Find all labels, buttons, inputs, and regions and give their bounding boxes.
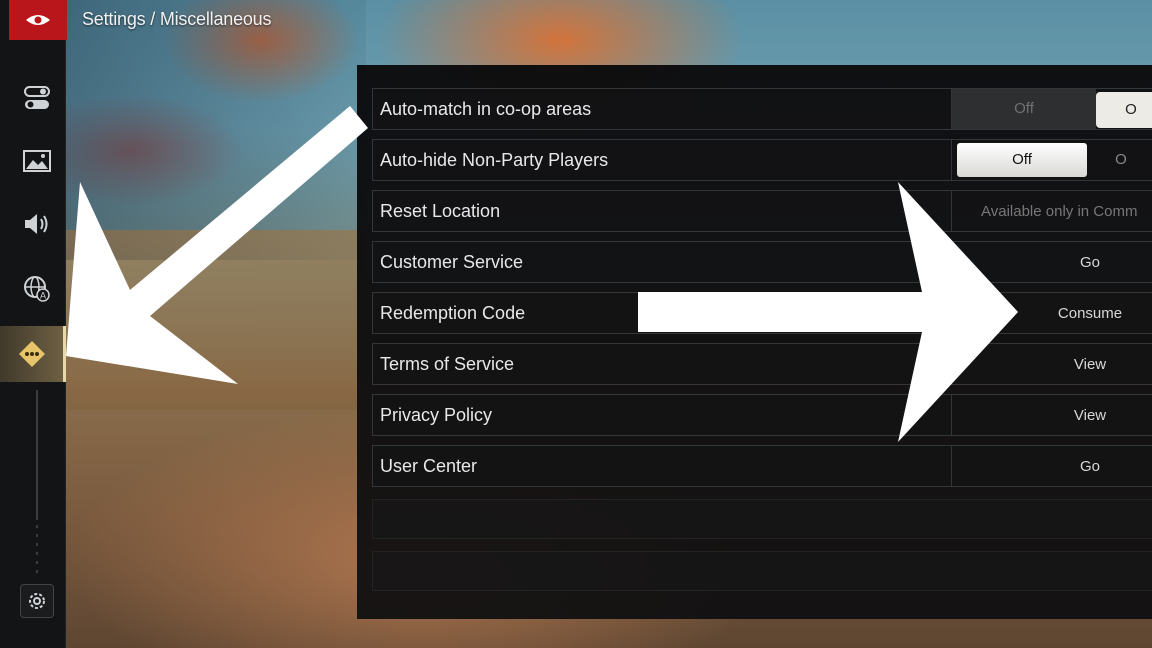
setting-label: Auto-match in co-op areas	[380, 99, 592, 119]
settings-panel: Auto-match in co-op areas Off O Auto-hid…	[357, 65, 1152, 619]
setting-label: Customer Service	[380, 252, 524, 272]
background-trees	[66, 0, 366, 260]
background-grass	[66, 230, 366, 410]
action-label: Go	[1079, 457, 1100, 475]
image-icon	[23, 150, 51, 172]
empty-row	[372, 499, 1152, 539]
settings-sidebar: A	[0, 0, 67, 648]
setting-label: Terms of Service	[380, 354, 515, 374]
customer-service-button[interactable]: Go	[951, 242, 1152, 282]
gear-icon	[29, 593, 45, 609]
action-label: Go	[1079, 253, 1100, 271]
speaker-icon	[25, 214, 48, 234]
toggle-on-option[interactable]: O	[1091, 140, 1151, 180]
globe-language-icon: A	[24, 276, 50, 302]
setting-row-terms: Terms of Service View	[372, 343, 1152, 385]
sidebar-scroll-dots	[36, 525, 38, 575]
redemption-code-button[interactable]: Consume	[951, 293, 1152, 333]
svg-text:A: A	[40, 291, 46, 301]
eye-logo-icon	[26, 15, 50, 25]
privacy-view-button[interactable]: View	[951, 395, 1152, 435]
setting-label: Auto-hide Non-Party Players	[380, 150, 609, 170]
reset-location-control: Available only in Comm	[951, 191, 1152, 231]
toggle-off-option[interactable]: Off	[952, 89, 1096, 129]
sidebar-item-controls[interactable]	[16, 77, 58, 119]
user-center-button[interactable]: Go	[951, 446, 1152, 486]
setting-label: User Center	[380, 456, 478, 476]
action-label: View	[1073, 355, 1107, 373]
disabled-note: Available only in Comm	[981, 202, 1138, 220]
breadcrumb: Settings / Miscellaneous	[82, 9, 272, 29]
sidebar-item-audio[interactable]	[16, 203, 58, 245]
toggle-settings-icon	[24, 86, 50, 109]
sidebar-item-graphics[interactable]	[16, 140, 58, 182]
diamond-misc-icon	[18, 341, 45, 367]
setting-row-privacy: Privacy Policy View	[372, 394, 1152, 436]
toggle-off-option[interactable]: Off	[957, 143, 1087, 177]
sidebar-scrollbar[interactable]	[36, 390, 38, 520]
terms-view-button[interactable]: View	[951, 344, 1152, 384]
auto-hide-toggle[interactable]: Off O	[951, 140, 1152, 180]
setting-row-customer-service: Customer Service Go	[372, 241, 1152, 283]
setting-label: Reset Location	[380, 201, 501, 221]
setting-row-user-center: User Center Go	[372, 445, 1152, 487]
setting-row-reset-location: Reset Location Available only in Comm	[372, 190, 1152, 232]
setting-row-auto-hide: Auto-hide Non-Party Players Off O	[372, 139, 1152, 181]
setting-row-redemption-code: Redemption Code Consume	[372, 292, 1152, 334]
sidebar-item-miscellaneous[interactable]	[0, 326, 66, 382]
setting-row-auto-match: Auto-match in co-op areas Off O	[372, 88, 1152, 130]
toggle-on-option[interactable]: O	[1096, 92, 1152, 128]
bottom-settings-button[interactable]	[20, 584, 54, 618]
empty-row	[372, 551, 1152, 591]
auto-match-toggle[interactable]: Off O	[951, 89, 1152, 129]
setting-label: Redemption Code	[380, 303, 526, 323]
action-label: Consume	[1057, 304, 1123, 322]
action-label: View	[1073, 406, 1107, 424]
setting-label: Privacy Policy	[380, 405, 493, 425]
sidebar-item-language[interactable]: A	[16, 268, 58, 310]
back-logo-button[interactable]	[9, 0, 67, 40]
